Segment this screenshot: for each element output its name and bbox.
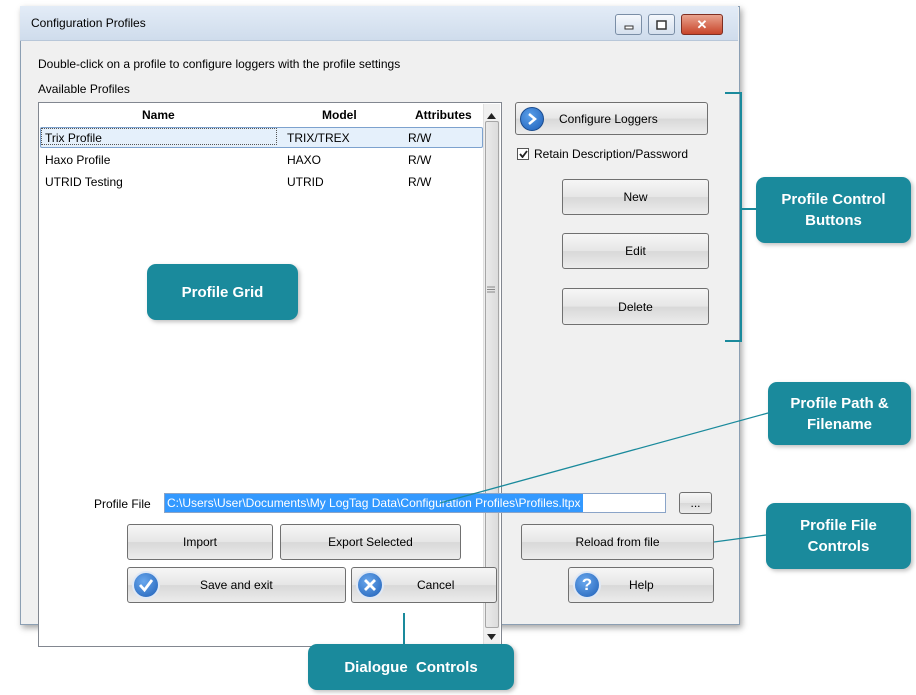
callout-profile-control-buttons: Profile Control Buttons: [756, 177, 911, 243]
callout-profile-file-controls: Profile File Controls: [766, 503, 911, 569]
callout-profile-grid: Profile Grid: [147, 264, 298, 320]
callout-profile-path-filename: Profile Path & Filename: [768, 382, 911, 445]
annotation-lines: [403, 92, 769, 645]
callout-dialogue-controls: Dialogue Controls: [308, 644, 514, 690]
